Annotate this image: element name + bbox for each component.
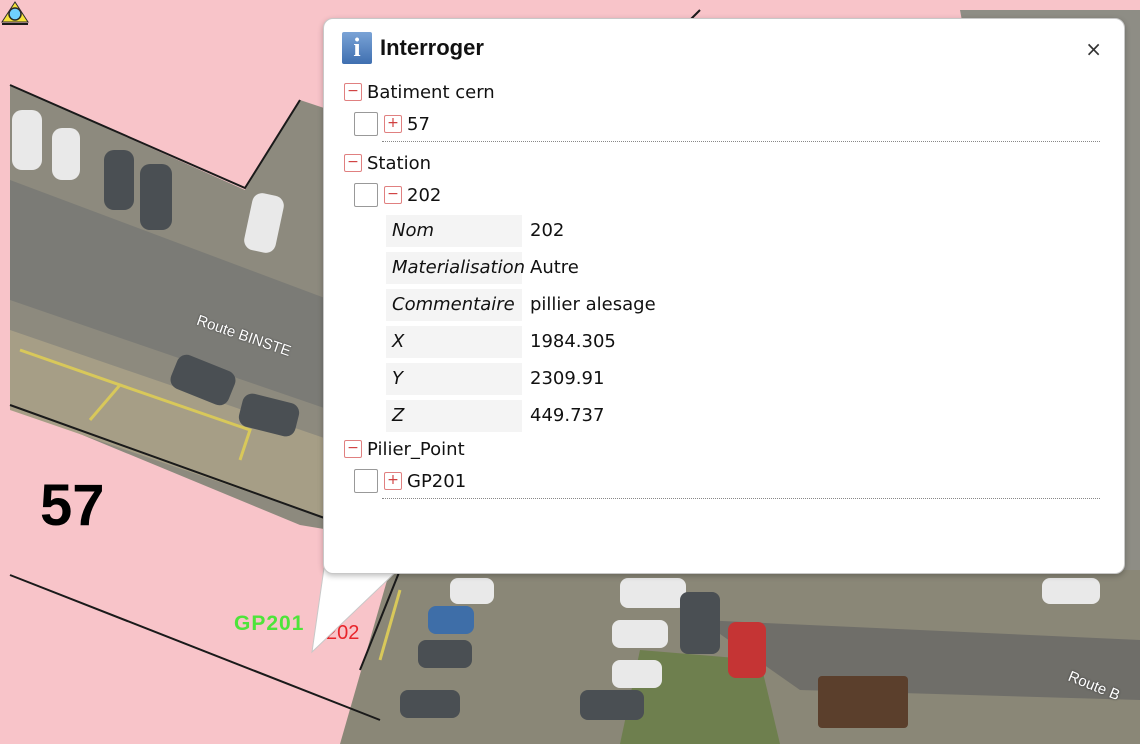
group-pilier-point[interactable]: − Pilier_Point [344,434,1100,464]
group-station[interactable]: − Station [344,148,1100,178]
attribute-table: Nom 202 Materialisation Autre Commentair… [386,212,1100,434]
item-label: GP201 [407,470,467,492]
attribute-key: Commentaire [386,288,522,321]
popup-header: i Interroger [342,31,484,65]
list-item[interactable]: − 202 [354,178,1100,212]
table-row: Nom 202 [386,212,1100,249]
item-checkbox[interactable] [354,469,378,493]
attribute-value: 1984.305 [530,331,616,352]
group-label: Station [367,152,431,174]
parcel-number-label: 57 [40,473,105,538]
collapse-icon[interactable]: − [384,186,402,204]
results-tree: − Batiment cern + 57 − Station − 202 Nom… [344,77,1100,499]
item-checkbox[interactable] [354,183,378,207]
list-item[interactable]: + GP201 [354,464,1100,498]
collapse-icon[interactable]: − [344,83,362,101]
divider [382,141,1100,142]
table-row: Commentaire pillier alesage [386,286,1100,323]
attribute-value: 2309.91 [530,368,605,389]
point-label-gp201: GP201 [234,612,305,635]
identify-popup: i Interroger × − Batiment cern + 57 − St… [323,18,1125,574]
popup-title: Interroger [380,35,484,60]
attribute-value: Autre [530,257,579,278]
table-row: X 1984.305 [386,323,1100,360]
group-label: Batiment cern [367,81,495,103]
expand-icon[interactable]: + [384,115,402,133]
attribute-value: 449.737 [530,405,605,426]
attribute-key: X [386,325,522,358]
close-button[interactable]: × [1085,37,1102,61]
popup-pointer [311,568,401,654]
item-label: 57 [407,113,430,135]
divider [382,498,1100,499]
attribute-key: Y [386,362,522,395]
item-checkbox[interactable] [354,112,378,136]
list-item[interactable]: + 57 [354,107,1100,141]
attribute-key: Z [386,399,522,432]
group-batiment-cern[interactable]: − Batiment cern [344,77,1100,107]
attribute-key: Materialisation [386,251,525,284]
info-icon: i [342,32,372,64]
table-row: Materialisation Autre [386,249,1100,286]
attribute-value: pillier alesage [530,294,656,315]
collapse-icon[interactable]: − [344,154,362,172]
group-label: Pilier_Point [367,438,465,460]
item-label: 202 [407,184,442,206]
table-row: Z 449.737 [386,397,1100,434]
attribute-value: 202 [530,220,565,241]
collapse-icon[interactable]: − [344,440,362,458]
table-row: Y 2309.91 [386,360,1100,397]
attribute-key: Nom [386,214,522,247]
station-point-icon[interactable] [0,0,30,26]
expand-icon[interactable]: + [384,472,402,490]
